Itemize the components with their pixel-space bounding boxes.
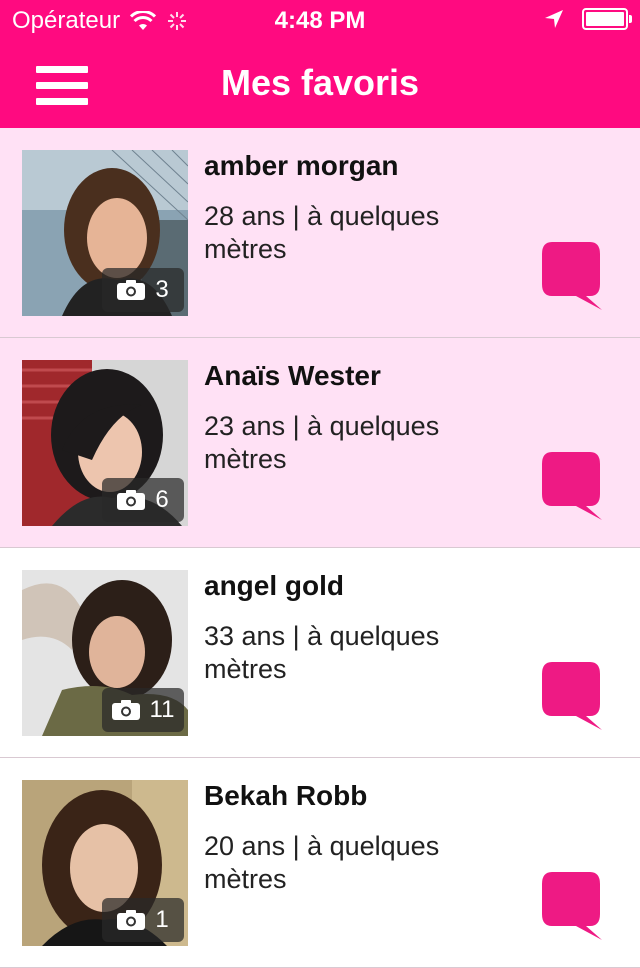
profile-photo[interactable]: 1: [22, 780, 188, 946]
profile-name: angel gold: [204, 570, 344, 601]
list-item[interactable]: 11 angel gold 33 ans | à quelques mètres: [0, 548, 640, 758]
profile-details: 20 ans | à quelques mètres: [204, 831, 440, 894]
camera-icon: [117, 490, 146, 510]
profile-name: Anaïs Wester: [204, 360, 381, 391]
list-item[interactable]: 6 Anaïs Wester 23 ans | à quelques mètre…: [0, 338, 640, 548]
profile-details: 33 ans | à quelques mètres: [204, 621, 440, 684]
profile-photo[interactable]: 3: [22, 150, 188, 316]
profile-details: 23 ans | à quelques mètres: [204, 411, 440, 474]
photo-count-badge: 11: [102, 688, 184, 732]
photo-count-badge: 6: [102, 478, 184, 522]
photo-count: 3: [155, 276, 169, 303]
nav-bar: Mes favoris: [0, 40, 640, 128]
location-arrow-icon: [545, 10, 563, 28]
list-item[interactable]: 3 amber morgan 28 ans | à quelques mètre…: [0, 128, 640, 338]
profile-name: Bekah Robb: [204, 780, 368, 811]
status-bar: Opérateur 4:48 PM: [0, 0, 640, 40]
chat-bubble-icon[interactable]: [540, 660, 602, 732]
camera-icon: [111, 700, 140, 720]
photo-count-badge: 1: [102, 898, 184, 942]
page-title: Mes favoris: [220, 62, 420, 103]
photo-count: 11: [149, 696, 175, 723]
chat-bubble-icon[interactable]: [540, 450, 602, 522]
chat-bubble-icon[interactable]: [540, 870, 602, 942]
profile-name: amber morgan: [204, 150, 399, 181]
photo-count: 1: [155, 906, 169, 933]
camera-icon: [117, 280, 146, 300]
photo-count-badge: 3: [102, 268, 184, 312]
list-item[interactable]: 1 Bekah Robb 20 ans | à quelques mètres: [0, 758, 640, 968]
chat-bubble-icon[interactable]: [540, 240, 602, 312]
favorites-list: 3 amber morgan 28 ans | à quelques mètre…: [0, 128, 640, 968]
profile-details: 28 ans | à quelques mètres: [204, 201, 440, 264]
camera-icon: [117, 910, 146, 930]
profile-photo[interactable]: 11: [22, 570, 188, 736]
battery-icon: [582, 8, 632, 30]
profile-photo[interactable]: 6: [22, 360, 188, 526]
photo-count: 6: [155, 486, 169, 513]
